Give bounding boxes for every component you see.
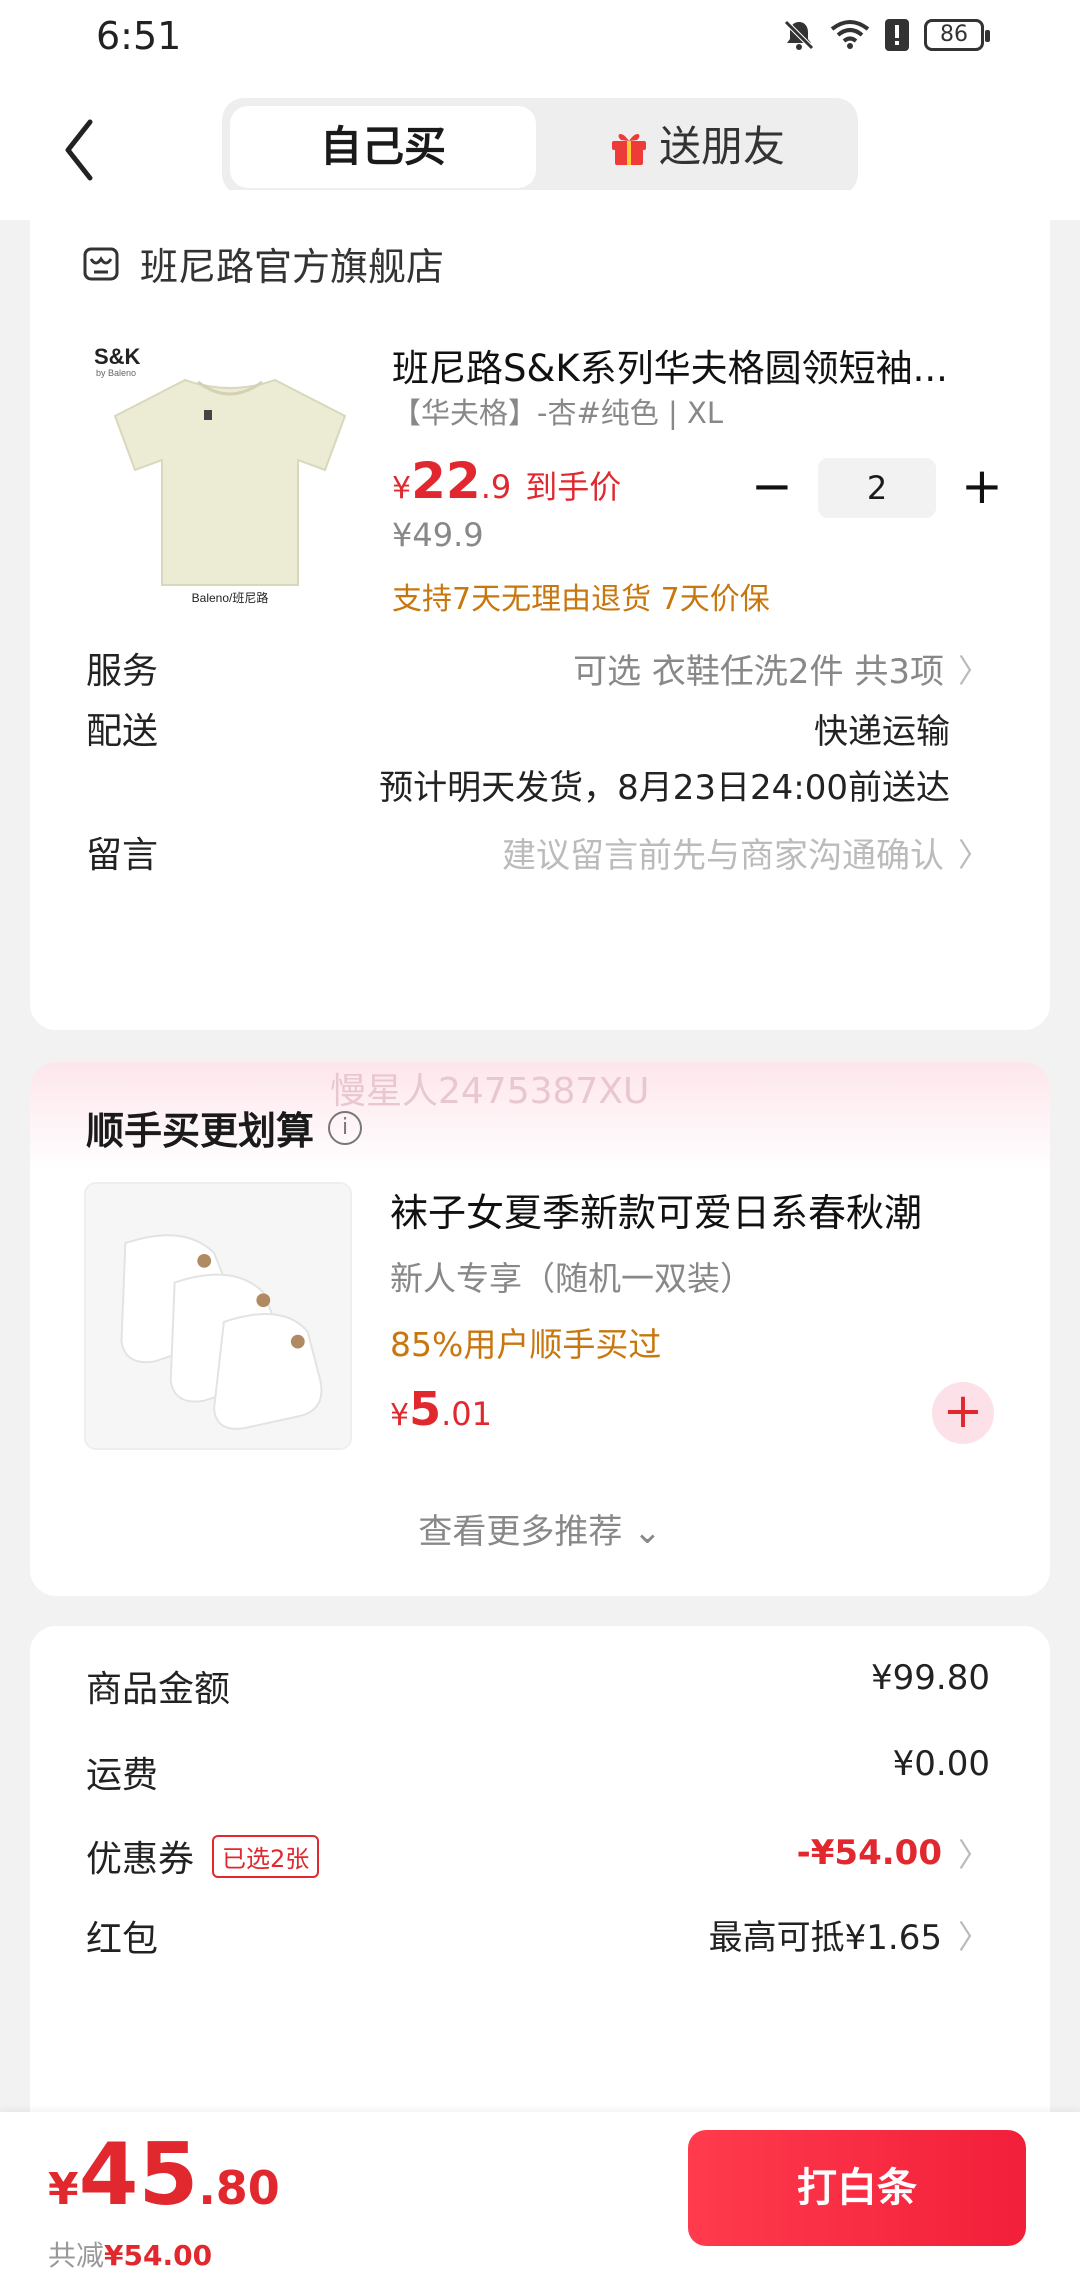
product-image-logo: Baleno/班尼路	[192, 590, 269, 605]
coupon-badge: 已选2张	[212, 1834, 320, 1878]
pay-button[interactable]: 打白条	[688, 2130, 1026, 2246]
sock-bought-rate: 85%用户顺手买过	[390, 1325, 662, 1364]
quantity-stepper: − 2 +	[740, 456, 1014, 520]
sim-alert-icon	[885, 19, 909, 51]
message-placeholder: 建议留言前先与商家沟通确认	[501, 836, 944, 876]
coupon-label: 优惠券	[86, 1839, 195, 1880]
tab-self-buy[interactable]: 自己买	[230, 106, 536, 188]
service-label: 服务	[86, 651, 159, 692]
price-tag: 到手价	[525, 468, 622, 506]
sock-product-image[interactable]	[84, 1182, 352, 1450]
chevron-right-icon: 〉	[957, 835, 990, 874]
service-value: 可选 衣鞋任洗2件 共3项	[573, 652, 944, 692]
minus-icon[interactable]: −	[740, 456, 804, 520]
wifi-icon	[830, 20, 870, 49]
gift-icon	[611, 133, 646, 165]
price-symbol: ¥	[392, 471, 412, 506]
redpacket-value: 最高可抵¥1.65	[708, 1918, 942, 1958]
sock-price: ¥ 5 .01	[390, 1382, 492, 1436]
redpacket-label: 红包	[86, 1919, 159, 1960]
price-integer: 22	[411, 452, 481, 510]
original-price: ¥49.9	[392, 516, 484, 554]
service-promise: 支持7天无理由退货 7天价保	[392, 582, 770, 617]
sock-title[interactable]: 袜子女夏季新款可爱日系春秋潮	[390, 1182, 922, 1237]
watermark: 慢星人2475387XU	[330, 1071, 650, 1112]
chevron-right-icon: 〉	[957, 1836, 990, 1874]
chevron-right-icon: 〉	[957, 1917, 990, 1956]
back-arrow-icon[interactable]	[56, 114, 116, 186]
shipping-label: 运费	[86, 1755, 159, 1796]
total-symbol: ¥	[48, 2164, 79, 2215]
addon-title-text: 顺手买更划算	[86, 1109, 315, 1153]
product-image[interactable]: S&K by Baleno Baleno/班尼路	[80, 330, 380, 630]
shop-row[interactable]: 班尼路官方旗舰店	[82, 236, 444, 291]
shop-icon	[83, 247, 119, 280]
delivery-estimate: 预计明天发货，8月23日24:00前送达	[379, 768, 950, 808]
info-icon[interactable]: i	[328, 1110, 363, 1145]
redpacket-row[interactable]: 最高可抵¥1.65 〉	[709, 1910, 990, 1959]
product-sku[interactable]: 【华夫格】-杏#纯色 | XL	[392, 390, 723, 432]
battery-icon: 86	[924, 19, 990, 51]
delivery-method: 快递运输	[814, 712, 950, 752]
coupon-row[interactable]: -¥54.00 〉	[797, 1830, 990, 1876]
saved-value: ¥54.00	[104, 2239, 213, 2272]
total-decimal: .80	[198, 2161, 280, 2215]
plus-icon[interactable]: +	[950, 456, 1014, 520]
status-icons: 86	[782, 18, 990, 52]
checkout-bar: ¥ 45 .80 共减¥54.00 打白条	[0, 2112, 1080, 2280]
price-integer: 5	[409, 1382, 442, 1436]
coupon-label-row: 优惠券 已选2张	[86, 1830, 320, 1882]
chevron-down-icon: ⌄	[633, 1512, 662, 1552]
message-label: 留言	[86, 835, 159, 876]
more-recommendations[interactable]: 查看更多推荐 ⌄	[30, 1504, 1050, 1553]
goods-amount-label: 商品金额	[86, 1669, 231, 1710]
price-symbol: ¥	[390, 1398, 410, 1433]
product-image-brand-sub: by Baleno	[96, 368, 136, 378]
addon-card: 慢星人2475387XU 顺手买更划算 i 袜子女夏季新款可爱日系春秋潮 新人专…	[30, 1062, 1050, 1596]
service-row[interactable]: 可选 衣鞋任洗2件 共3项 〉	[573, 644, 990, 693]
message-row[interactable]: 建议留言前先与商家沟通确认 〉	[502, 828, 990, 877]
product-title[interactable]: 班尼路S&K系列华夫格圆领短袖...	[392, 338, 1012, 392]
more-recommendations-label: 查看更多推荐	[418, 1512, 623, 1552]
add-addon-button[interactable]: +	[932, 1382, 994, 1444]
goods-amount-value: ¥99.80	[871, 1658, 990, 1698]
coupon-value: -¥54.00	[796, 1833, 942, 1873]
delivery-label: 配送	[86, 711, 159, 752]
total-saved: 共减¥54.00	[48, 2234, 212, 2274]
order-card: 班尼路官方旗舰店 S&K by Baleno Baleno/班尼路 班尼路S&K…	[30, 190, 1050, 1030]
addon-title: 顺手买更划算 i	[86, 1100, 363, 1155]
price-decimal: .01	[441, 1395, 492, 1433]
total-integer: 45	[78, 2125, 199, 2225]
tab-gift-label: 送朋友	[658, 122, 785, 171]
shop-name: 班尼路官方旗舰店	[140, 245, 445, 289]
sock-subtitle: 新人专享（随机一双装）	[390, 1259, 753, 1298]
shipping-value: ¥0.00	[892, 1744, 990, 1784]
product-final-price: ¥ 22 .9 到手价	[392, 452, 621, 510]
chevron-right-icon: 〉	[957, 651, 990, 690]
saved-label: 共减	[48, 2239, 105, 2272]
price-decimal: .9	[480, 468, 512, 506]
purchase-mode-switch: 自己买 送朋友	[222, 98, 858, 196]
status-bar: 6:51 86	[0, 0, 1080, 80]
status-time: 6:51	[96, 14, 182, 58]
quantity-value[interactable]: 2	[818, 458, 936, 518]
product-image-brand: S&K	[94, 344, 141, 369]
total-price: ¥ 45 .80	[48, 2132, 280, 2218]
bell-off-icon	[784, 20, 814, 50]
tab-gift-friend[interactable]: 送朋友	[544, 106, 850, 188]
